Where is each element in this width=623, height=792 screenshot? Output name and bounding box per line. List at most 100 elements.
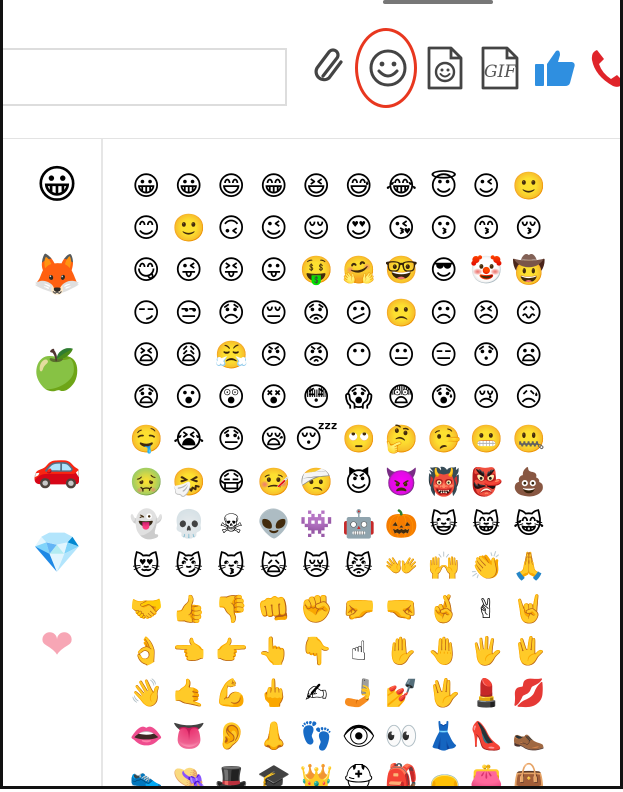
- emoji-button[interactable]: 😼: [168, 546, 211, 588]
- emoji-button[interactable]: 👀: [380, 715, 423, 757]
- emoji-button[interactable]: 😆: [295, 165, 338, 207]
- emoji-button[interactable]: 😧: [125, 376, 168, 418]
- emoji-button[interactable]: 😴: [295, 419, 338, 461]
- emoji-button[interactable]: 👆: [253, 630, 296, 672]
- emoji-button[interactable]: 🤐: [508, 419, 551, 461]
- gif-icon[interactable]: GIF: [477, 42, 523, 94]
- emoji-button[interactable]: 👃: [253, 715, 296, 757]
- emoji-button[interactable]: 😐: [380, 334, 423, 376]
- emoji-button[interactable]: ⛑: [338, 757, 381, 786]
- emoji-button[interactable]: 👁: [338, 715, 381, 757]
- emoji-button[interactable]: 😖: [508, 292, 551, 334]
- emoji-button[interactable]: 🖖: [508, 630, 551, 672]
- emoji-button[interactable]: 🙏: [508, 546, 551, 588]
- emoji-button[interactable]: 🙂: [168, 207, 211, 249]
- emoji-button[interactable]: 😦: [508, 334, 551, 376]
- emoji-button[interactable]: 👌: [125, 630, 168, 672]
- emoji-button[interactable]: 🤧: [168, 461, 211, 503]
- emoji-button[interactable]: 😢: [465, 376, 508, 418]
- emoji-button[interactable]: 😨: [380, 376, 423, 418]
- emoji-button[interactable]: 😉: [253, 207, 296, 249]
- emoji-button[interactable]: 👏: [465, 546, 508, 588]
- emoji-button[interactable]: 🤜: [380, 588, 423, 630]
- emoji-button[interactable]: 🤗: [338, 250, 381, 292]
- emoji-button[interactable]: ☹: [423, 292, 466, 334]
- emoji-button[interactable]: 😙: [465, 207, 508, 249]
- emoji-button[interactable]: 😅: [338, 165, 381, 207]
- category-animals-icon[interactable]: 🦊: [31, 249, 83, 301]
- emoji-button[interactable]: 💀: [168, 503, 211, 545]
- emoji-button[interactable]: 😸: [465, 503, 508, 545]
- emoji-button[interactable]: 😈: [338, 461, 381, 503]
- emoji-button[interactable]: 🤳: [338, 673, 381, 715]
- emoji-button[interactable]: 😞: [210, 292, 253, 334]
- category-objects-icon[interactable]: 💎: [31, 527, 83, 579]
- emoji-button[interactable]: 🤔: [380, 419, 423, 461]
- emoji-button[interactable]: 🖖: [423, 673, 466, 715]
- emoji-button[interactable]: 🎓: [253, 757, 296, 786]
- paperclip-icon[interactable]: [309, 42, 351, 94]
- emoji-button[interactable]: 🤘: [508, 588, 551, 630]
- emoji-button[interactable]: 😾: [338, 546, 381, 588]
- emoji-button[interactable]: 👹: [423, 461, 466, 503]
- category-smileys-icon[interactable]: 😀: [31, 159, 83, 211]
- emoji-button[interactable]: ☝: [338, 630, 381, 672]
- emoji-button[interactable]: 🤛: [338, 588, 381, 630]
- phone-icon[interactable]: [587, 42, 620, 94]
- emoji-button[interactable]: ☠: [210, 503, 253, 545]
- emoji-button[interactable]: 😑: [423, 334, 466, 376]
- emoji-button[interactable]: ✋: [380, 630, 423, 672]
- emoji-button[interactable]: 😀: [125, 165, 168, 207]
- emoji-button[interactable]: 💋: [508, 673, 551, 715]
- emoji-button[interactable]: 😜: [168, 250, 211, 292]
- sticker-icon[interactable]: [423, 42, 467, 94]
- emoji-button[interactable]: 🙄: [338, 419, 381, 461]
- emoji-button[interactable]: 🤙: [168, 673, 211, 715]
- emoji-button[interactable]: 😷: [210, 461, 253, 503]
- emoji-button[interactable]: 🤑: [295, 250, 338, 292]
- emoji-button[interactable]: 🙂: [508, 165, 551, 207]
- emoji-button[interactable]: 😒: [168, 292, 211, 334]
- emoji-button[interactable]: 👣: [295, 715, 338, 757]
- emoji-button[interactable]: 😏: [125, 292, 168, 334]
- emoji-button[interactable]: 😿: [295, 546, 338, 588]
- emoji-button[interactable]: 👍: [168, 588, 211, 630]
- emoji-button[interactable]: 🤥: [423, 419, 466, 461]
- emoji-button[interactable]: 🙀: [253, 546, 296, 588]
- emoji-button[interactable]: 💪: [210, 673, 253, 715]
- emoji-button[interactable]: 🤚: [423, 630, 466, 672]
- emoji-button[interactable]: 🎃: [380, 503, 423, 545]
- emoji-button[interactable]: 😽: [210, 546, 253, 588]
- emoji-button[interactable]: 😄: [210, 165, 253, 207]
- emoji-button[interactable]: 👺: [465, 461, 508, 503]
- emoji-button[interactable]: ✌: [465, 588, 508, 630]
- emoji-button[interactable]: 🤠: [508, 250, 551, 292]
- emoji-button[interactable]: 👟: [125, 757, 168, 786]
- emoji-button[interactable]: 🤕: [295, 461, 338, 503]
- emoji-button[interactable]: 🤤: [125, 419, 168, 461]
- emoji-button[interactable]: 👝: [423, 757, 466, 786]
- emoji-button[interactable]: 😡: [295, 334, 338, 376]
- emoji-button[interactable]: 👗: [423, 715, 466, 757]
- emoji-button[interactable]: 😛: [253, 250, 296, 292]
- emoji-button[interactable]: 👉: [210, 630, 253, 672]
- emoji-button[interactable]: 👇: [295, 630, 338, 672]
- emoji-button[interactable]: 😠: [253, 334, 296, 376]
- emoji-button[interactable]: 👿: [380, 461, 423, 503]
- emoji-button[interactable]: 😍: [338, 207, 381, 249]
- emoji-button[interactable]: 🤓: [380, 250, 423, 292]
- emoji-button[interactable]: 🤖: [338, 503, 381, 545]
- emoji-button[interactable]: 👎: [210, 588, 253, 630]
- emoji-button[interactable]: 😵: [253, 376, 296, 418]
- emoji-button[interactable]: 👑: [295, 757, 338, 786]
- emoji-button[interactable]: 🙃: [210, 207, 253, 249]
- emoji-button[interactable]: 👻: [125, 503, 168, 545]
- emoji-button[interactable]: 👈: [168, 630, 211, 672]
- emoji-button[interactable]: 😟: [295, 292, 338, 334]
- message-input[interactable]: [3, 48, 287, 106]
- emoji-button[interactable]: 👄: [125, 715, 168, 757]
- emoji-button[interactable]: 😻: [125, 546, 168, 588]
- emoji-button[interactable]: 😇: [423, 165, 466, 207]
- emoji-button[interactable]: 😔: [253, 292, 296, 334]
- emoji-button[interactable]: 😩: [168, 334, 211, 376]
